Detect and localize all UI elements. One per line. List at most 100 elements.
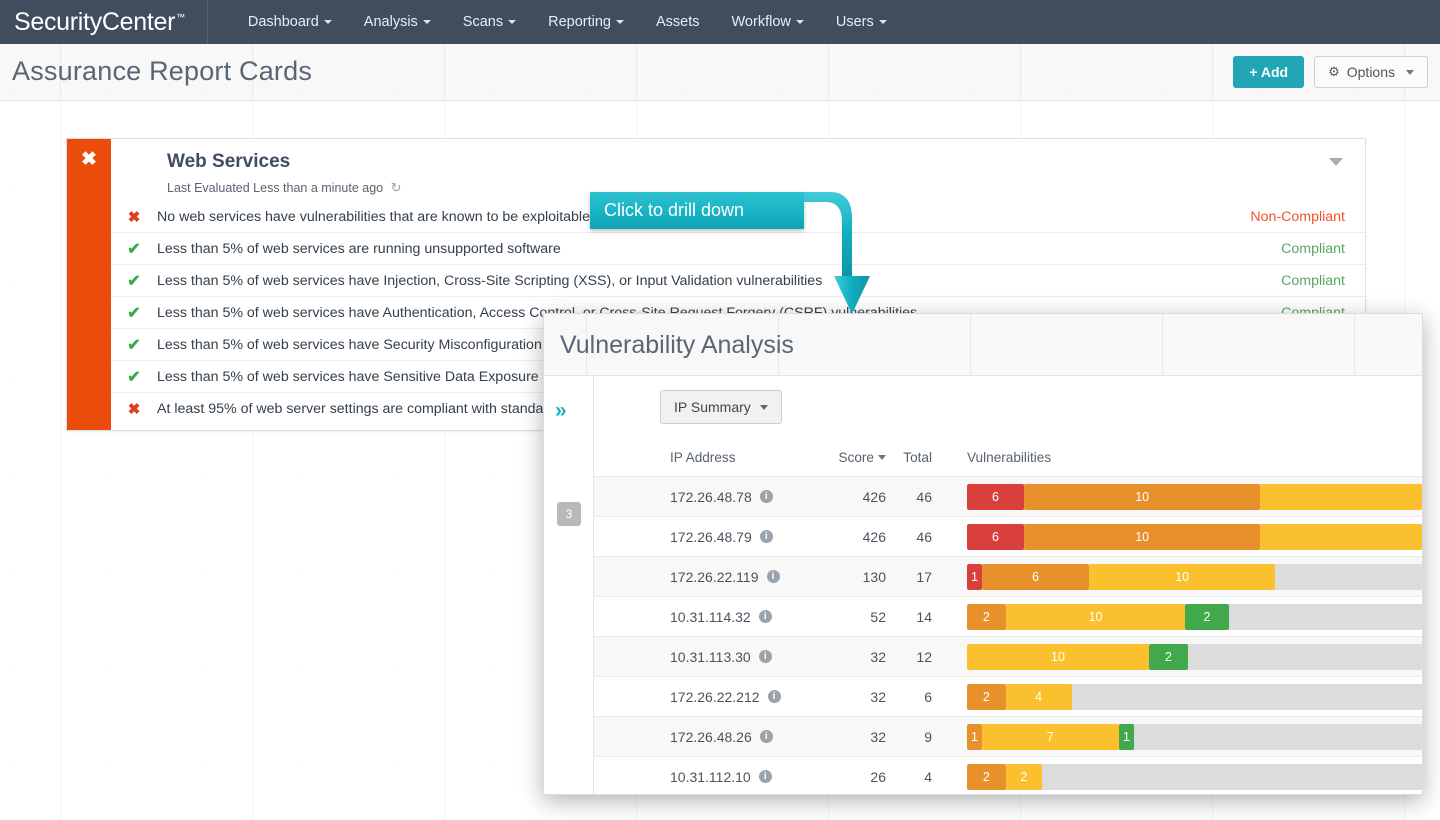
bar-segment-high[interactable]: 10 [1023,523,1261,550]
check-mark-icon: ✔ [127,368,141,386]
cell-vulnerability-bar: 24 [932,683,1422,710]
info-icon[interactable]: i [759,490,773,503]
cell-vulnerability-bar: 171 [932,723,1422,750]
bar-segment-low[interactable]: 2 [1149,643,1188,670]
cell-total: 46 [916,488,932,505]
cell-total: 46 [916,528,932,545]
view-type-select[interactable]: IP Summary [660,390,782,424]
column-header-score-label: Score [838,449,874,465]
table-row[interactable]: 10.31.113.30 i 32 12 10 2 [594,636,1422,676]
nav-item-workflow[interactable]: Workflow [716,0,820,44]
policy-row[interactable]: ✔ Less than 5% of web services are runni… [111,233,1365,265]
bar-segment-crit[interactable]: 1 [967,563,982,590]
table-header-row: IP Address Score Total Vulnerabilities [594,438,1422,476]
table-row[interactable]: 172.26.48.26 i 32 9 1 7 1 [594,716,1422,756]
table-row[interactable]: 10.31.114.32 i 52 14 2 10 2 [594,596,1422,636]
table-row[interactable]: 172.26.22.212 i 32 6 2 4 [594,676,1422,716]
plus-icon: + [1249,64,1258,80]
bar-segment-med[interactable]: 10 [1005,603,1186,630]
info-icon[interactable]: i [758,770,772,783]
vulnerability-analysis-panel: Vulnerability Analysis » 3 IP Summary IP… [543,313,1423,795]
bar-segment-high[interactable]: 10 [1023,483,1261,510]
vulnerability-table: IP Address Score Total Vulnerabilities 1… [594,438,1422,794]
bar-segment-med[interactable] [1260,523,1422,550]
bar-segment-high[interactable]: 2 [967,603,1006,630]
cell-vulnerability-bar: 10 2 [932,643,1422,670]
nav-links: Dashboard Analysis Scans Reporting Asset… [232,0,903,44]
filter-count-badge[interactable]: 3 [557,502,581,526]
cell-ip-address: 172.26.48.79 i [594,529,820,545]
column-header-ip-address: IP Address [670,449,736,465]
chevron-down-icon [759,404,768,410]
ip-address-value: 10.31.112.10 [670,768,751,785]
options-button[interactable]: ⚙ Options [1314,56,1428,88]
info-icon[interactable]: i [759,730,773,743]
chevron-down-icon [1406,69,1414,75]
bar-segment-crit[interactable]: 6 [967,483,1024,510]
bar-segment-crit[interactable]: 6 [967,523,1024,550]
bar-segment-med[interactable]: 7 [982,723,1119,750]
nav-item-users[interactable]: Users [820,0,903,44]
brand-logo[interactable]: SecurityCenter™ [0,8,185,37]
bar-segment-med[interactable]: 10 [1088,563,1276,590]
bar-segment-low[interactable]: 1 [1118,723,1135,750]
refresh-icon[interactable]: ↻ [391,180,402,196]
table-row[interactable]: 172.26.22.119 i 130 17 1 6 10 [594,556,1422,596]
bar-segment-med[interactable] [1260,483,1422,510]
policy-row[interactable]: ✖ No web services have vulnerabilities t… [111,201,1365,233]
chevron-down-icon[interactable] [1329,158,1343,166]
x-mark-icon: ✖ [127,208,141,226]
cell-total: 9 [924,728,932,745]
nav-item-dashboard[interactable]: Dashboard [232,0,348,44]
nav-item-analysis[interactable]: Analysis [348,0,447,44]
sort-descending-icon [878,455,886,461]
double-chevron-right-icon[interactable]: » [555,400,567,421]
last-evaluated-text: Last Evaluated Less than a minute ago [167,181,384,195]
add-button[interactable]: + Add [1233,56,1305,88]
check-mark-icon: ✔ [127,272,141,290]
cell-score: 32 [870,688,886,705]
bar-segment-med[interactable]: 10 [967,643,1149,670]
cell-ip-address: 172.26.22.212 i [594,689,820,705]
top-navigation-bar: SecurityCenter™ Dashboard Analysis Scans… [0,0,1440,44]
check-mark-icon: ✔ [127,240,141,258]
info-icon[interactable]: i [767,690,781,703]
nav-label: Reporting [548,14,611,30]
bar-segment-high[interactable]: 2 [967,683,1006,710]
stacked-bar: 6 10 [967,523,1422,550]
nav-item-scans[interactable]: Scans [447,0,532,44]
cell-vulnerability-bar: 6 10 [932,483,1422,510]
bar-segment-high[interactable]: 6 [982,563,1089,590]
stacked-bar: 22 [967,763,1422,790]
info-icon[interactable]: i [766,570,780,583]
cell-ip-address: 172.26.48.26 i [594,729,820,745]
bar-segment-med[interactable]: 4 [1005,683,1072,710]
table-row[interactable]: 172.26.48.79 i 426 46 6 10 [594,516,1422,556]
info-icon[interactable]: i [758,650,772,663]
table-row[interactable]: 172.26.48.78 i 426 46 6 10 [594,476,1422,516]
table-body: 172.26.48.78 i 426 46 6 10 172.26.48.79 i 426 46 6… [594,476,1422,794]
nav-label: Workflow [731,14,791,30]
nav-label: Users [835,14,874,30]
options-button-label: Options [1346,64,1395,80]
ip-address-value: 10.31.114.32 [670,608,751,625]
table-row[interactable]: 10.31.112.10 i 26 4 2 2 [594,756,1422,794]
ip-address-value: 172.26.48.78 [670,488,752,505]
bar-segment-high[interactable]: 1 [967,723,982,750]
nav-item-reporting[interactable]: Reporting [532,0,640,44]
cell-ip-address: 10.31.113.30 i [594,649,820,665]
chevron-down-icon [323,20,332,25]
bar-segment-med[interactable]: 2 [1005,763,1043,790]
nav-item-assets[interactable]: Assets [640,0,716,44]
bar-segment-low[interactable]: 2 [1185,603,1229,630]
info-icon[interactable]: i [759,530,773,543]
column-header-score[interactable]: Score [820,450,886,465]
header-actions: + Add ⚙ Options [1233,56,1428,88]
info-icon[interactable]: i [758,610,772,623]
cell-score: 426 [862,488,886,505]
cell-ip-address: 10.31.112.10 i [594,769,820,785]
stacked-bar: 6 10 [967,483,1422,510]
check-mark-icon: ✔ [127,304,141,322]
policy-row[interactable]: ✔ Less than 5% of web services have Inje… [111,265,1365,297]
bar-segment-high[interactable]: 2 [967,763,1006,790]
